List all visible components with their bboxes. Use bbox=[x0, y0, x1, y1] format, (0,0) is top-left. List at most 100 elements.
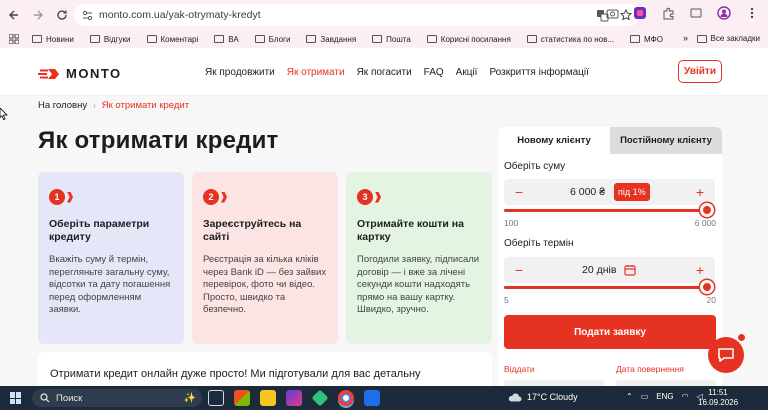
taskbar-search[interactable]: Поиск ✨ bbox=[32, 389, 202, 407]
tray-overflow-icon[interactable]: ⌃ bbox=[626, 392, 633, 401]
windows-taskbar: Поиск ✨ 17°C Cloudy ⌃ ▭ ENG ◠ ◁ 11:51 16… bbox=[0, 386, 768, 410]
amount-label: Оберіть суму bbox=[504, 161, 566, 172]
amount-value[interactable]: 6 000 ₴ bbox=[570, 186, 605, 198]
folder-icon bbox=[306, 35, 317, 43]
amount-decrease-button[interactable]: − bbox=[511, 184, 527, 200]
amount-slider-thumb[interactable] bbox=[700, 203, 714, 217]
client-tabs: Новому клієнту Постійному клієнту bbox=[498, 127, 722, 154]
bookmark-item[interactable]: Коментарі bbox=[146, 35, 198, 44]
wifi-icon[interactable]: ◠ bbox=[682, 392, 689, 401]
site-logo[interactable]: MONTO bbox=[38, 66, 122, 81]
breadcrumb-home-link[interactable]: На головну bbox=[38, 100, 87, 111]
term-slider-thumb[interactable] bbox=[700, 280, 714, 294]
term-decrease-button[interactable]: − bbox=[511, 262, 527, 278]
copilot-app-icon[interactable] bbox=[286, 390, 302, 406]
profile-avatar-icon[interactable] bbox=[716, 5, 732, 21]
apps-grid-icon[interactable] bbox=[6, 31, 22, 47]
step-number: 3 bbox=[357, 189, 373, 205]
term-min-label: 5 bbox=[504, 295, 509, 305]
step-title: Отримайте кошти на картку bbox=[357, 218, 464, 243]
bookmark-item[interactable]: Блоги bbox=[254, 35, 290, 44]
step-badge: 2 bbox=[203, 188, 327, 206]
back-icon[interactable] bbox=[4, 5, 24, 25]
browser-menu-icon[interactable] bbox=[744, 5, 760, 21]
site-info-icon[interactable] bbox=[82, 10, 93, 21]
chevron-right-icon bbox=[375, 191, 381, 203]
nav-link[interactable]: FAQ bbox=[424, 67, 444, 78]
bookmark-item[interactable]: ВА bbox=[214, 35, 239, 44]
language-indicator[interactable]: ENG bbox=[656, 392, 673, 401]
folder-icon bbox=[426, 35, 437, 43]
forward-icon[interactable] bbox=[28, 5, 48, 25]
bookmark-item[interactable]: статистика по нов... bbox=[526, 35, 614, 44]
step-number: 2 bbox=[203, 189, 219, 205]
folder-icon bbox=[254, 35, 265, 43]
nav-link[interactable]: Розкриття інформації bbox=[489, 67, 588, 78]
weather-widget[interactable]: 17°C Cloudy bbox=[508, 392, 578, 402]
amount-stepper[interactable]: − 6 000 ₴ під 1% + bbox=[504, 179, 715, 205]
term-value[interactable]: 20 днів bbox=[582, 264, 616, 276]
camera-icon[interactable] bbox=[604, 5, 620, 21]
taskbar-search-text: Поиск bbox=[56, 392, 83, 404]
bookmark-item[interactable]: Новини bbox=[32, 35, 74, 44]
nav-link[interactable]: Акції bbox=[456, 67, 478, 78]
chevron-right-icon bbox=[67, 191, 73, 203]
windows-start-icon[interactable] bbox=[10, 392, 22, 404]
extensions-puzzle-icon[interactable] bbox=[660, 5, 676, 21]
step-badge: 1 bbox=[49, 188, 173, 206]
store-app-icon[interactable] bbox=[234, 390, 250, 406]
nav-link[interactable]: Як продовжити bbox=[205, 67, 275, 78]
step-text: Погодили заявку, підписали договір — і в… bbox=[357, 254, 480, 315]
search-icon bbox=[40, 393, 50, 403]
nav-link[interactable]: Як отримати bbox=[287, 67, 345, 78]
term-stepper[interactable]: − 20 днів + bbox=[504, 257, 715, 283]
step-badge: 3 bbox=[357, 188, 481, 206]
task-view-icon[interactable] bbox=[208, 390, 224, 406]
bookmark-item[interactable]: Завдання bbox=[306, 35, 356, 44]
tab-regular-client[interactable]: Постійному клієнту bbox=[610, 127, 722, 154]
step-title: Зареєструйтесь на сайті bbox=[203, 218, 302, 243]
login-button[interactable]: Увійти bbox=[678, 60, 722, 83]
taskbar-clock[interactable]: 11:51 16.09.2026 bbox=[698, 388, 738, 408]
photos-app-icon[interactable] bbox=[364, 390, 380, 406]
bookmark-item[interactable]: Корисні посилання bbox=[426, 35, 511, 44]
bookmark-item[interactable]: Відгуки bbox=[89, 35, 131, 44]
folder-icon bbox=[146, 35, 157, 43]
file-explorer-icon[interactable] bbox=[260, 390, 276, 406]
all-bookmarks-button[interactable]: Все закладки bbox=[696, 34, 760, 43]
logo-text: MONTO bbox=[66, 66, 122, 81]
bookmarks-overflow-button[interactable]: » bbox=[683, 33, 688, 43]
bookmark-label: Завдання bbox=[320, 34, 357, 44]
submit-application-button[interactable]: Подати заявку bbox=[504, 315, 716, 349]
reload-icon[interactable] bbox=[52, 5, 72, 25]
loan-calculator: Новому клієнту Постійному клієнту Оберіт… bbox=[498, 127, 722, 389]
folder-icon bbox=[372, 35, 383, 43]
term-increase-button[interactable]: + bbox=[692, 262, 708, 278]
nav-link[interactable]: Як погасити bbox=[357, 67, 412, 78]
term-slider-track[interactable] bbox=[504, 286, 710, 289]
folder-icon bbox=[630, 35, 641, 43]
step-text: Вкажіть суму й термін, перегляньте загал… bbox=[49, 254, 171, 315]
amount-slider-track[interactable] bbox=[504, 209, 710, 212]
keyboard-icon[interactable]: ▭ bbox=[641, 392, 649, 401]
address-bar[interactable]: monto.com.ua/yak-otrymaty-kredyt bbox=[74, 4, 640, 26]
system-tray: ⌃ ▭ ENG ◠ ◁ bbox=[626, 392, 703, 401]
tab-search-icon[interactable] bbox=[688, 5, 704, 21]
folder-icon bbox=[696, 34, 707, 43]
chrome-app-icon[interactable] bbox=[338, 390, 354, 406]
step-text: Реєстрація за кілька кліків через Bank i… bbox=[203, 254, 327, 315]
bookmarks-bar: Новини Відгуки Коментарі ВА Блоги Завдання Пош… bbox=[0, 30, 768, 48]
chevron-right-icon bbox=[221, 191, 227, 203]
browser-toolbar: monto.com.ua/yak-otrymaty-kredyt bbox=[0, 0, 768, 30]
chat-button[interactable] bbox=[708, 337, 744, 373]
bookmark-item[interactable]: МФО bbox=[630, 35, 663, 44]
extension-colorful-icon[interactable] bbox=[632, 5, 648, 21]
amount-increase-button[interactable]: + bbox=[692, 184, 708, 200]
calendar-icon[interactable] bbox=[624, 263, 636, 281]
tab-new-client[interactable]: Новому клієнту bbox=[498, 127, 610, 154]
clock-date: 16.09.2026 bbox=[698, 398, 739, 407]
return-date-label: Дата повернення bbox=[616, 364, 684, 374]
app-icon[interactable] bbox=[311, 389, 329, 407]
bookmark-item[interactable]: Пошта bbox=[372, 35, 411, 44]
site-header: MONTO Як продовжити Як отримати Як погасит… bbox=[0, 48, 768, 96]
